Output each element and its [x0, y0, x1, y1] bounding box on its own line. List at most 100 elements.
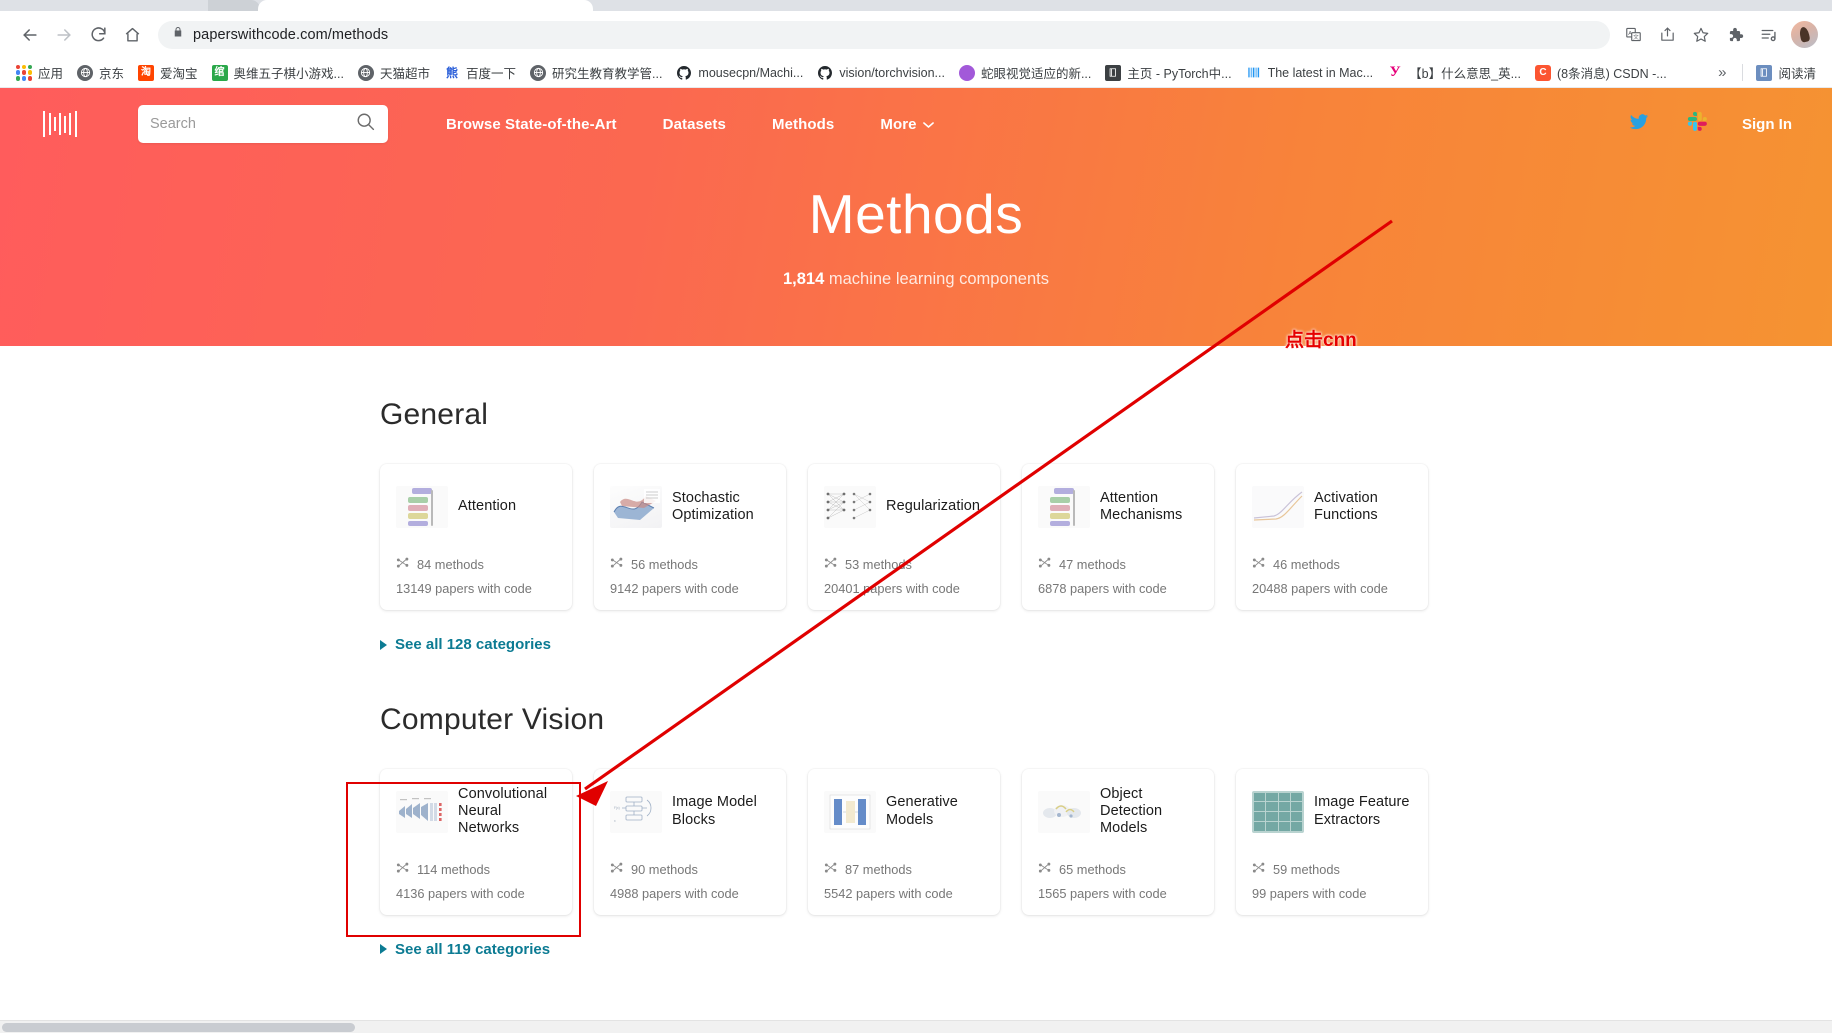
see-all-general-categories[interactable]: See all 128 categories — [380, 636, 551, 653]
baidu-icon: 熊 — [443, 64, 460, 81]
bookmark-mac-latest[interactable]: The latest in Mac... — [1239, 62, 1381, 84]
methods-icon — [396, 862, 410, 877]
twitter-icon[interactable] — [1627, 112, 1651, 137]
bookmark-grad-edu[interactable]: 研究生教育教学管... — [523, 60, 669, 85]
reload-icon[interactable] — [82, 19, 114, 51]
bookmark-baidu[interactable]: 熊 百度一下 — [437, 60, 523, 85]
slack-icon[interactable] — [1685, 110, 1708, 138]
papers-count-row: 20401 papers with code — [824, 581, 984, 596]
bookmark-pytorch-cn[interactable]: 主页 - PyTorch中... — [1098, 60, 1238, 85]
card-header: Generative Models — [824, 783, 984, 841]
methods-icon — [1252, 862, 1266, 877]
triangle-right-icon — [380, 944, 387, 954]
bookmark-yandex-dict[interactable]: У 【b】什么意思_英... — [1380, 60, 1528, 85]
methods-count: 65 methods — [1059, 861, 1126, 877]
card-convolutional-neural-networks[interactable]: Convolutional Neural Networks 114 method… — [380, 768, 572, 915]
card-image-feature-extractors[interactable]: Image Feature Extractors 59 methods 99 p… — [1236, 768, 1428, 915]
card-attention-mechanisms[interactable]: Attention Mechanisms 47 methods 6878 pap… — [1022, 464, 1214, 610]
bookmark-jd[interactable]: 京东 — [70, 60, 131, 85]
card-title: Generative Models — [886, 794, 958, 828]
nav-methods[interactable]: Methods — [772, 116, 834, 133]
reading-list-icon[interactable] — [1754, 20, 1784, 50]
horizontal-scrollbar[interactable] — [0, 1020, 1832, 1033]
profile-avatar[interactable] — [1791, 21, 1818, 48]
card-regularization[interactable]: Regularization 53 methods 20401 papers w… — [808, 464, 1000, 610]
bookmark-star-icon[interactable] — [1686, 20, 1716, 50]
bookmarks-bar: 应用 京东 淘 爱淘宝 绾 奥维五子棋小游戏... 天猫超市 熊 百度一下 研究… — [0, 58, 1832, 88]
see-all-label: See all 119 categories — [395, 940, 551, 958]
reading-mode-button[interactable]: 阅读清 — [1749, 60, 1823, 85]
browser-tab-strip[interactable] — [0, 0, 1832, 11]
cnn-architecture-diagram-icon — [396, 790, 448, 833]
home-icon[interactable] — [116, 19, 148, 51]
computer-vision-card-grid: Convolutional Neural Networks 114 method… — [380, 768, 1832, 915]
card-image-model-blocks[interactable]: F(x) x Image Model Blocks 90 methods 4988… — [594, 768, 786, 915]
card-object-detection-models[interactable]: Object Detection Models 65 methods 1565 … — [1022, 768, 1214, 915]
bookmark-gomoku-game[interactable]: 绾 奥维五子棋小游戏... — [205, 60, 351, 85]
forward-icon[interactable] — [48, 19, 80, 51]
triangle-right-icon — [380, 639, 387, 650]
extensions-puzzle-icon[interactable] — [1720, 20, 1750, 50]
translate-icon[interactable]: 文A — [1618, 20, 1648, 50]
bookmark-taobao[interactable]: 淘 爱淘宝 — [131, 60, 205, 85]
card-meta: 59 methods 99 papers with code — [1252, 862, 1412, 903]
sign-in-button[interactable]: Sign In — [1742, 116, 1792, 133]
toolbar-actions: 文A — [1618, 20, 1818, 50]
card-meta: 87 methods 5542 papers with code — [824, 862, 984, 903]
scrollbar-thumb[interactable] — [2, 1023, 355, 1032]
browser-toolbar: paperswithcode.com/methods 文A — [0, 11, 1832, 58]
search-icon[interactable] — [355, 111, 376, 137]
gan-diagram-icon — [824, 790, 876, 833]
bookmark-label: 蛇眼视觉适应的新... — [980, 67, 1092, 81]
bookmark-github-torchvision[interactable]: vision/torchvision... — [810, 62, 952, 84]
nav-datasets[interactable]: Datasets — [663, 116, 726, 133]
bookmark-label: 爱淘宝 — [160, 67, 198, 81]
card-attention[interactable]: Attention 84 methods 13149 papers with c… — [380, 464, 572, 610]
nav-more[interactable]: More — [880, 116, 934, 133]
address-bar[interactable]: paperswithcode.com/methods — [158, 20, 1610, 49]
github-icon — [817, 65, 833, 81]
bookmarks-overflow-button[interactable]: » — [1708, 64, 1736, 81]
card-header: Attention — [396, 478, 556, 536]
site-hero: Search Browse State-of-the-Art Datasets … — [0, 88, 1832, 346]
methods-count: 47 methods — [1059, 557, 1126, 572]
card-meta: 90 methods 4988 papers with code — [610, 862, 770, 903]
papers-count-row: 5542 papers with code — [824, 886, 984, 901]
card-header: Regularization — [824, 478, 984, 536]
bookmark-github-mousecpn[interactable]: mousecpn/Machi... — [669, 62, 810, 84]
card-stochastic-optimization[interactable]: Stochastic Optimization 56 methods 9142 … — [594, 464, 786, 610]
methods-count-row: 46 methods — [1252, 557, 1412, 572]
bookmark-apps[interactable]: 应用 — [9, 60, 70, 85]
methods-count: 56 methods — [631, 557, 698, 572]
bookmark-tmall[interactable]: 天猫超市 — [351, 60, 437, 85]
browser-tab-inactive[interactable] — [208, 0, 260, 11]
reading-mode-label: 阅读清 — [1778, 67, 1816, 81]
see-all-cv-categories[interactable]: See all 119 categories — [380, 941, 550, 958]
papers-count-row: 99 papers with code — [1252, 886, 1412, 901]
nav-browse-sota[interactable]: Browse State-of-the-Art — [446, 116, 617, 133]
card-meta: 65 methods 1565 papers with code — [1038, 862, 1198, 903]
reading-mode-icon — [1756, 64, 1773, 81]
methods-count-row: 87 methods — [824, 862, 984, 877]
bookmark-vision-article[interactable]: 蛇眼视觉适应的新... — [952, 60, 1098, 85]
back-icon[interactable] — [14, 19, 46, 51]
card-title: Attention Mechanisms — [1100, 489, 1183, 523]
svg-text:F(x): F(x) — [614, 806, 620, 810]
methods-count: 114 methods — [417, 861, 491, 877]
papers-count: 13149 papers with code — [396, 581, 532, 596]
card-activation-functions[interactable]: Activation Functions 46 methods 20488 pa… — [1236, 464, 1428, 610]
card-title: Stochastic Optimization — [672, 489, 754, 523]
card-meta: 53 methods 20401 papers with code — [824, 557, 984, 598]
bookmark-csdn[interactable]: C (8条消息) CSDN -... — [1528, 60, 1674, 85]
detection-feature-map-icon — [1038, 790, 1090, 833]
game-icon: 绾 — [211, 64, 228, 81]
search-placeholder: Search — [150, 116, 196, 132]
lock-icon — [172, 25, 184, 44]
browser-tab-active[interactable] — [258, 0, 593, 11]
search-input[interactable]: Search — [138, 105, 388, 143]
card-generative-models[interactable]: Generative Models 87 methods 5542 papers… — [808, 768, 1000, 915]
paperswithcode-logo[interactable] — [40, 107, 80, 141]
papers-count: 6878 papers with code — [1038, 581, 1167, 596]
share-icon[interactable] — [1652, 20, 1682, 50]
methods-icon — [1038, 862, 1052, 877]
